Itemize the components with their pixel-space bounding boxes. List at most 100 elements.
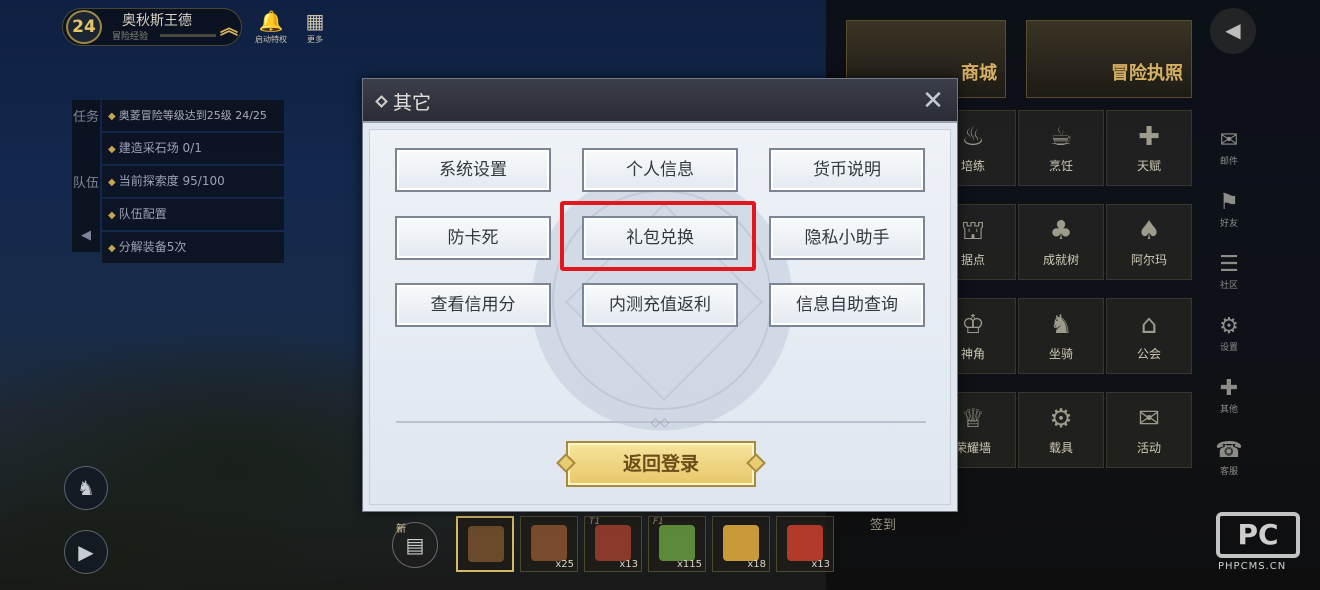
player-exp-label: 冒险经验 bbox=[112, 32, 149, 42]
quest-item[interactable]: ◆ 分解装备5次 bbox=[102, 232, 284, 263]
privilege-label: 启动特权 bbox=[255, 35, 287, 44]
quest-marker-icon: ◆ bbox=[108, 111, 116, 122]
menu-tile-label: 天赋 bbox=[1136, 159, 1161, 173]
menu-tile-icon: ✚ bbox=[1138, 122, 1160, 152]
menu-tile[interactable]: ✉ 活动 bbox=[1106, 392, 1192, 468]
bell-icon: 🔔 bbox=[258, 9, 284, 33]
sprint-arrow-icon[interactable]: ▶ bbox=[64, 530, 108, 574]
quest-marker-icon: ◆ bbox=[108, 210, 116, 221]
hotbar-slot[interactable]: x25 bbox=[520, 516, 578, 572]
menu-tile[interactable]: ♠ 阿尔玛 bbox=[1106, 204, 1192, 280]
unstuck-button[interactable]: 防卡死 bbox=[395, 216, 551, 260]
more-button[interactable]: ▦ 更多 bbox=[295, 10, 335, 45]
quest-list: ◆ 奥菱冒险等级达到25级 24/25 ◆ 建造采石场 0/1 ◆ 当前探索度 95/… bbox=[102, 100, 284, 265]
side-menu-button[interactable]: ✚ 其他 bbox=[1206, 376, 1252, 415]
highlight-annotation bbox=[560, 201, 756, 271]
side-menu-icon: ⚙ bbox=[1219, 314, 1239, 339]
tab-task[interactable]: 任务 bbox=[72, 108, 100, 127]
item-icon bbox=[468, 526, 504, 562]
quest-marker-icon: ◆ bbox=[108, 243, 116, 254]
slot-key-label: F1 bbox=[653, 517, 664, 527]
info-self-query-button[interactable]: 信息自助查询 bbox=[769, 283, 925, 327]
tab-team[interactable]: 队伍 bbox=[72, 174, 100, 193]
hotbar-slot[interactable]: x18 bbox=[712, 516, 770, 572]
tile-license-label: 冒险执照 bbox=[1111, 63, 1183, 84]
sign-in-button[interactable]: 签到 bbox=[845, 510, 921, 540]
back-to-login-button[interactable]: 返回登录 bbox=[556, 441, 766, 487]
privacy-assistant-button[interactable]: 隐私小助手 bbox=[769, 216, 925, 260]
menu-tile-icon: ✉ bbox=[1138, 404, 1160, 434]
quest-item[interactable]: ◆ 建造采石场 0/1 bbox=[102, 133, 284, 164]
menu-tile-label: 载具 bbox=[1048, 441, 1073, 455]
menu-tile[interactable]: ♣ 成就树 bbox=[1018, 204, 1104, 280]
slot-count: x13 bbox=[811, 559, 830, 570]
bag-new-label: 新 bbox=[396, 524, 406, 535]
quest-item[interactable]: ◆ 当前探索度 95/100 bbox=[102, 166, 284, 197]
watermark-logo: PC bbox=[1216, 512, 1300, 558]
personal-info-button[interactable]: 个人信息 bbox=[582, 148, 738, 192]
privilege-button[interactable]: 🔔 启动特权 bbox=[251, 10, 291, 45]
tile-shop-label: 商城 bbox=[961, 63, 997, 84]
mount-horse-icon[interactable]: ♞ bbox=[64, 466, 108, 510]
menu-tile-label: 烹饪 bbox=[1048, 159, 1073, 173]
slot-key-label: T1 bbox=[589, 517, 601, 527]
menu-tile[interactable]: ♞ 坐骑 bbox=[1018, 298, 1104, 374]
side-menu-button[interactable]: ☰ 社区 bbox=[1206, 252, 1252, 291]
slot-count: x25 bbox=[555, 559, 574, 570]
collapse-arrow-icon[interactable]: ◀ bbox=[72, 226, 100, 245]
player-exp-bar bbox=[160, 34, 216, 37]
player-level-badge: 24 bbox=[66, 10, 102, 44]
side-menu-label: 其他 bbox=[1219, 405, 1238, 415]
more-label: 更多 bbox=[307, 35, 323, 44]
quest-item[interactable]: ◆ 奥菱冒险等级达到25级 24/25 bbox=[102, 100, 284, 131]
menu-tile-label: 坐骑 bbox=[1048, 347, 1073, 361]
menu-tile-label: 公会 bbox=[1136, 347, 1161, 361]
menu-tile[interactable]: ✚ 天赋 bbox=[1106, 110, 1192, 186]
item-icon bbox=[659, 525, 695, 561]
side-menu-label: 客服 bbox=[1219, 467, 1238, 477]
hotbar-slot[interactable]: T1 x13 bbox=[584, 516, 642, 572]
side-menu-button[interactable]: ☎ 客服 bbox=[1206, 438, 1252, 477]
side-menu-icon: ☎ bbox=[1215, 438, 1243, 463]
menu-tile-icon: ♣ bbox=[1049, 216, 1073, 246]
hotbar-slot[interactable]: x13 bbox=[776, 516, 834, 572]
menu-tile-label: 成就树 bbox=[1042, 253, 1079, 267]
menu-tile[interactable]: ⚙ 载具 bbox=[1018, 392, 1104, 468]
quest-item[interactable]: ◆ 队伍配置 bbox=[102, 199, 284, 230]
side-menu-label: 设置 bbox=[1219, 343, 1238, 353]
side-menu-icon: ⚑ bbox=[1219, 190, 1239, 215]
menu-tile-icon: ☕ bbox=[1049, 122, 1073, 152]
collapse-menu-icon[interactable]: ◀ bbox=[1210, 8, 1256, 54]
side-menu-button[interactable]: ⚙ 设置 bbox=[1206, 314, 1252, 353]
menu-tile-icon: ♞ bbox=[1049, 310, 1073, 340]
quest-marker-icon: ◆ bbox=[108, 177, 116, 188]
side-menu-button[interactable]: ⚑ 好友 bbox=[1206, 190, 1252, 229]
system-settings-button[interactable]: 系统设置 bbox=[395, 148, 551, 192]
player-name: 奥秋斯王德 bbox=[122, 13, 192, 29]
currency-info-button[interactable]: 货币说明 bbox=[769, 148, 925, 192]
menu-tile[interactable]: ☕ 烹饪 bbox=[1018, 110, 1104, 186]
side-menu-label: 社区 bbox=[1219, 281, 1238, 291]
hotbar-slot[interactable]: F1 x115 bbox=[648, 516, 706, 572]
menu-tile-icon: ♠ bbox=[1137, 216, 1161, 246]
item-icon bbox=[595, 525, 631, 561]
item-icon bbox=[787, 525, 823, 561]
title-diamond-icon bbox=[375, 95, 388, 108]
side-menu-icon: ✚ bbox=[1219, 376, 1239, 401]
back-to-login-label: 返回登录 bbox=[622, 453, 699, 475]
rank-chevron-icon[interactable]: ︽ bbox=[220, 14, 238, 40]
side-menu-label: 好友 bbox=[1219, 219, 1238, 229]
menu-tile-label: 活动 bbox=[1136, 441, 1161, 455]
grid-icon: ▦ bbox=[305, 9, 325, 33]
side-menu-label: 邮件 bbox=[1219, 157, 1238, 167]
tile-adventure-license[interactable]: 冒险执照 bbox=[1026, 20, 1192, 98]
menu-tile-icon: ⚙ bbox=[1049, 404, 1073, 434]
hotbar-slot[interactable] bbox=[456, 516, 514, 572]
menu-tile[interactable]: ⌂ 公会 bbox=[1106, 298, 1192, 374]
watermark-text: PHPCMS.CN bbox=[1218, 561, 1287, 572]
credit-score-button[interactable]: 查看信用分 bbox=[395, 283, 551, 327]
menu-tile-icon: ⌂ bbox=[1140, 310, 1158, 340]
close-icon[interactable]: ✕ bbox=[917, 85, 949, 117]
beta-recharge-rebate-button[interactable]: 内测充值返利 bbox=[582, 283, 738, 327]
side-menu-button[interactable]: ✉ 邮件 bbox=[1206, 128, 1252, 167]
